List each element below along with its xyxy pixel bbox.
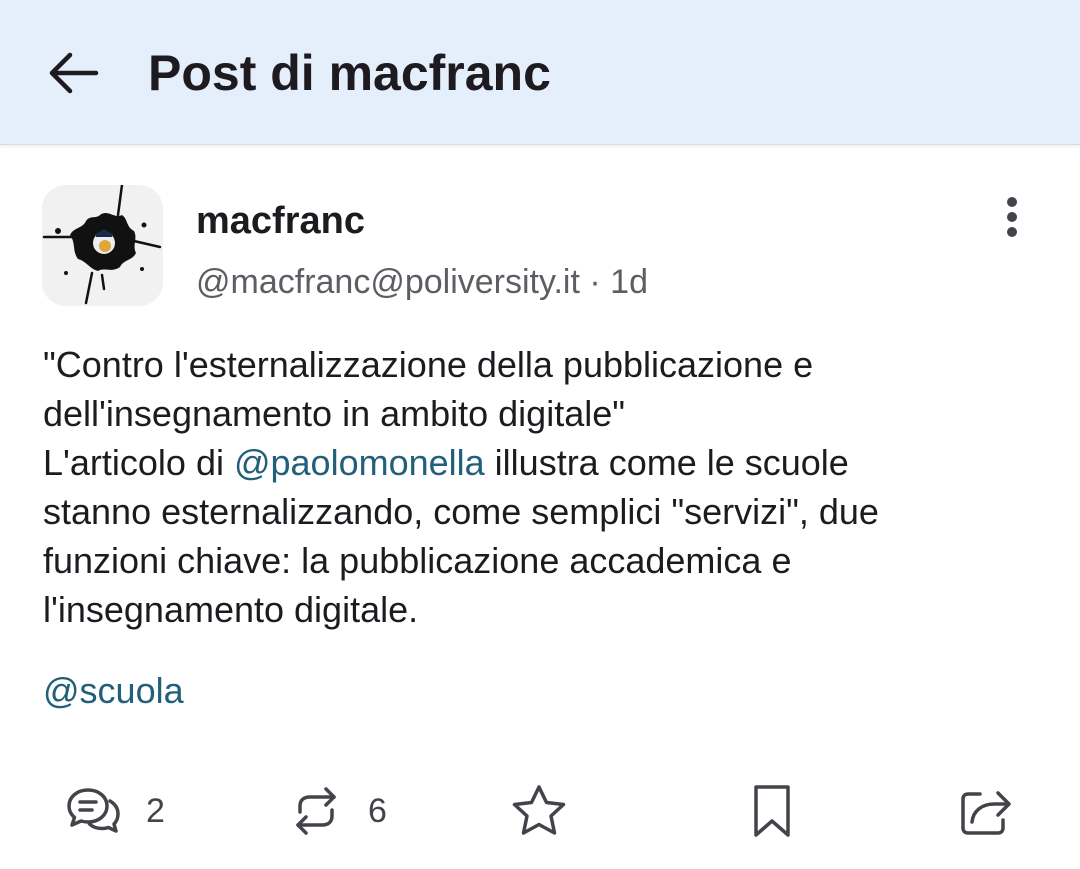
- post-text-segment: L'articolo di: [43, 442, 234, 483]
- post-action-bar: 2 6: [0, 775, 1080, 847]
- post-line: l'insegnamento digitale.: [43, 589, 419, 630]
- back-button[interactable]: [40, 40, 106, 106]
- post-content: "Contro l'esternalizzazione della pubbli…: [43, 340, 1053, 634]
- more-options-button[interactable]: [990, 194, 1034, 240]
- arrow-back-icon: [49, 52, 99, 94]
- meta-separator: ·: [589, 263, 601, 301]
- author-handle[interactable]: @macfranc@poliversity.it: [196, 263, 580, 301]
- author-name[interactable]: macfranc: [196, 198, 365, 244]
- group-mention-link[interactable]: @scuola: [43, 666, 184, 715]
- bookmark-icon: [754, 785, 790, 837]
- ink-splat-avatar-icon: [42, 185, 163, 306]
- share-icon: [961, 791, 1011, 835]
- avatar[interactable]: [42, 185, 163, 306]
- post-line: funzioni chiave: la pubblicazione accade…: [43, 540, 792, 581]
- page-title: Post di macfranc: [148, 45, 551, 101]
- boost-button[interactable]: 6: [288, 775, 387, 847]
- author-meta: @macfranc@poliversity.it · 1d: [196, 260, 648, 304]
- boost-count: 6: [368, 792, 387, 830]
- post-timestamp: 1d: [610, 263, 648, 301]
- favourite-button[interactable]: [510, 775, 568, 847]
- reply-button[interactable]: 2: [66, 775, 165, 847]
- post-line: "Contro l'esternalizzazione della pubbli…: [43, 344, 814, 385]
- star-icon: [512, 785, 566, 835]
- bookmark-button[interactable]: [750, 775, 794, 847]
- share-button[interactable]: [958, 775, 1014, 847]
- reply-bubbles-icon: [67, 788, 120, 833]
- repeat-icon: [296, 787, 336, 835]
- reply-count: 2: [146, 792, 165, 830]
- post-line: L'articolo di @paolomonella illustra com…: [43, 438, 1053, 487]
- top-app-bar: Post di macfranc: [0, 0, 1080, 145]
- post-text-segment: illustra come le scuole: [484, 442, 849, 483]
- mention-link[interactable]: @paolomonella: [234, 442, 485, 483]
- post-line: stanno esternalizzando, come semplici "s…: [43, 491, 879, 532]
- post-line: dell'insegnamento in ambito digitale": [43, 393, 626, 434]
- more-vert-icon: [1007, 197, 1017, 237]
